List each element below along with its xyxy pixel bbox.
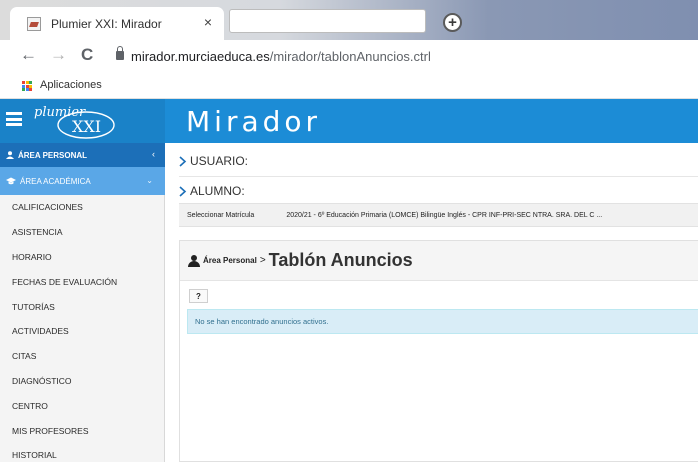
app-header: plumier XXI Mirador — [0, 99, 698, 143]
divider — [179, 176, 698, 177]
bookmarks-bar: Aplicaciones — [0, 73, 698, 99]
apps-grid-icon[interactable] — [22, 81, 32, 91]
user-icon — [6, 151, 14, 159]
tab-close-icon[interactable]: × — [204, 14, 212, 30]
lock-icon[interactable] — [116, 46, 124, 60]
matricula-selector[interactable]: Seleccionar Matrícula 2020/21 - 6º Educa… — [179, 203, 698, 227]
svg-text:XXI: XXI — [72, 117, 101, 136]
sidebar-item-asistencia[interactable]: ASISTENCIA — [0, 220, 165, 245]
sidebar-item-area-academica[interactable]: ÁREA ACADÉMICA ⌄ — [0, 167, 165, 195]
matricula-value[interactable]: 2020/21 - 6º Educación Primaria (LOMCE) … — [286, 212, 602, 219]
sidebar-item-mis-profesores[interactable]: MIS PROFESORES — [0, 418, 165, 443]
main-content: USUARIO: ALUMNO: Seleccionar Matrícula 2… — [165, 143, 698, 462]
tab-rename-input[interactable] — [229, 9, 426, 33]
page-title: Tablón Anuncios — [268, 250, 413, 270]
chevron-right-icon — [179, 185, 187, 197]
alumno-row[interactable]: ALUMNO: — [179, 181, 698, 201]
sidebar-personal-label: ÁREA PERSONAL — [18, 150, 88, 160]
url-host: mirador.murciaeduca.es — [131, 49, 270, 64]
back-arrow-icon[interactable]: ← — [20, 45, 37, 65]
sidebar: ÁREA PERSONAL ‹ ÁREA ACADÉMICA ⌄ CALIFIC… — [0, 143, 165, 462]
reload-icon[interactable]: C — [81, 45, 93, 65]
graduation-cap-icon — [6, 177, 16, 185]
sidebar-item-fechas-evaluacion[interactable]: FECHAS DE EVALUACIÓN — [0, 269, 165, 294]
alumno-label: ALUMNO: — [190, 184, 245, 198]
breadcrumb-separator: > — [259, 255, 266, 266]
breadcrumb-area-personal[interactable]: Área Personal — [203, 256, 257, 265]
chevron-left-icon: ‹ — [152, 149, 155, 159]
info-alert: No se han encontrado anuncios activos. — [187, 309, 698, 334]
usuario-row[interactable]: USUARIO: — [179, 151, 698, 171]
matricula-label: Seleccionar Matrícula — [187, 211, 255, 219]
browser-toolbar: ← → C mirador.murciaeduca.es/mirador/tab… — [0, 40, 698, 73]
user-icon — [188, 254, 200, 267]
tablon-panel: Área Personal > Tablón Anuncios ? No se … — [179, 240, 698, 462]
chevron-right-icon — [179, 155, 187, 167]
logo-area: plumier XXI — [0, 99, 165, 143]
forward-arrow-icon[interactable]: → — [50, 45, 67, 65]
tab-title: Plumier XXI: Mirador — [51, 16, 162, 31]
sidebar-item-calificaciones[interactable]: CALIFICACIONES — [0, 195, 165, 220]
sidebar-academica-label: ÁREA ACADÉMICA — [20, 176, 91, 186]
sidebar-item-historial[interactable]: HISTORIAL — [0, 443, 165, 468]
browser-tabstrip: Plumier XXI: Mirador × + — [0, 0, 698, 40]
sidebar-item-centro[interactable]: CENTRO — [0, 393, 165, 418]
panel-header: Área Personal > Tablón Anuncios — [180, 241, 698, 281]
browser-tab[interactable]: Plumier XXI: Mirador × — [10, 7, 224, 40]
url-path: /mirador/tablonAnuncios.ctrl — [269, 49, 431, 64]
sidebar-item-tutorias[interactable]: TUTORÍAS — [0, 294, 165, 319]
sidebar-item-actividades[interactable]: ACTIVIDADES — [0, 319, 165, 344]
plumier-logo: plumier XXI — [34, 105, 115, 139]
sidebar-item-area-personal[interactable]: ÁREA PERSONAL ‹ — [0, 143, 165, 167]
new-tab-button[interactable]: + — [443, 13, 462, 32]
usuario-label: USUARIO: — [190, 154, 249, 168]
sidebar-submenu: CALIFICACIONES ASISTENCIA HORARIO FECHAS… — [0, 195, 165, 468]
plumier-favicon-icon — [27, 16, 41, 31]
chevron-down-icon: ⌄ — [146, 176, 153, 185]
sidebar-item-horario[interactable]: HORARIO — [0, 245, 165, 270]
sidebar-item-citas[interactable]: CITAS — [0, 344, 165, 369]
address-bar[interactable]: mirador.murciaeduca.es/mirador/tablonAnu… — [131, 49, 431, 64]
sidebar-item-diagnostico[interactable]: DIAGNÓSTICO — [0, 369, 165, 394]
app-title: Mirador — [186, 105, 322, 138]
menu-hamburger-icon[interactable] — [6, 112, 22, 126]
bookmark-apps[interactable]: Aplicaciones — [40, 79, 102, 91]
help-button[interactable]: ? — [189, 289, 208, 303]
